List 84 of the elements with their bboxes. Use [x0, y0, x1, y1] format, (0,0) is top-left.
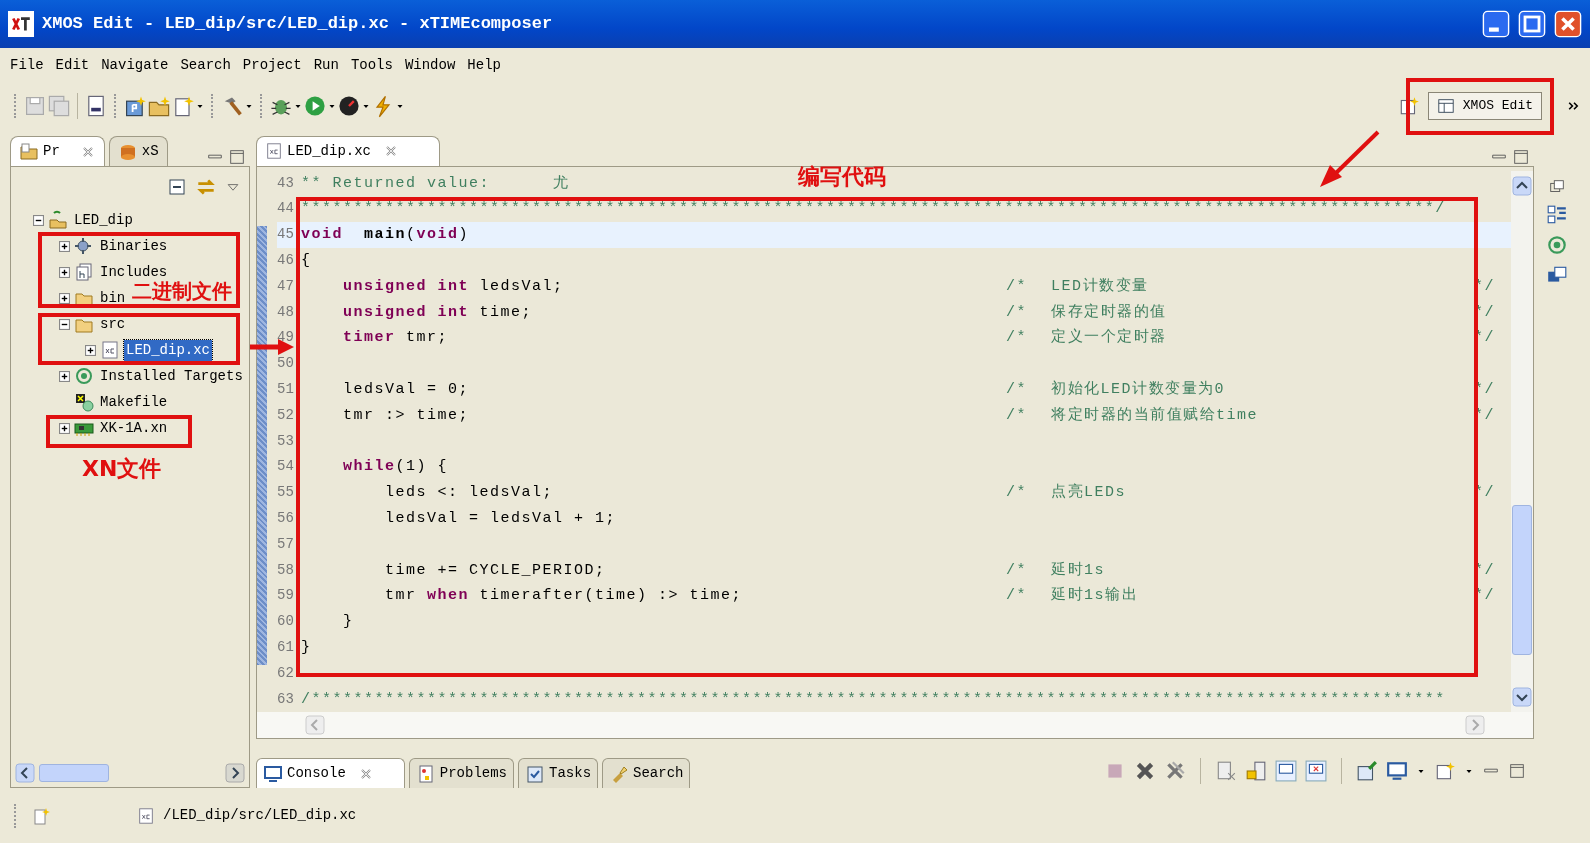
editor-tab[interactable]: LED_dip.xc — [256, 135, 440, 166]
line-number: 57 — [277, 534, 295, 554]
code-line: ledsVal = ledsVal + 1; — [384, 509, 617, 530]
code-line: unsigned int ledsVal; — [342, 276, 565, 297]
menu-item[interactable]: Tools — [344, 52, 399, 78]
code-line: void main(void) — [301, 225, 470, 246]
menu-item[interactable]: Project — [236, 52, 308, 78]
tree-item[interactable]: Makefile — [98, 391, 170, 413]
line-number: 63 — [277, 689, 295, 709]
tree-item[interactable]: Installed Targets — [98, 365, 245, 387]
code-line: time += CYCLE_PERIOD; — [384, 560, 607, 581]
comment-marker: /* — [1006, 328, 1027, 349]
line-number: 56 — [277, 509, 295, 529]
code-comment: 初始化LED计数变量为0 — [1051, 379, 1226, 401]
code-line: ** Returned value: 尤 — [301, 173, 570, 194]
line-number: 49 — [277, 328, 295, 348]
tree-item[interactable]: bin — [98, 287, 128, 309]
tree-item[interactable]: LED_dip — [72, 209, 135, 231]
view-tab[interactable]: xS — [108, 136, 168, 166]
code-comment: 定义一个定时器 — [1051, 327, 1167, 349]
line-number: 55 — [277, 483, 295, 503]
annotation-label: XN文件 — [82, 458, 162, 480]
code-line: unsigned int time; — [342, 302, 534, 323]
status-path: /LED_dip/src/LED_dip.xc — [163, 806, 357, 825]
annotation-label: 二进制文件 — [132, 281, 232, 301]
menu-item[interactable]: Navigate — [95, 52, 175, 78]
comment-marker: /* — [1006, 380, 1027, 401]
menu-item[interactable]: Run — [307, 52, 345, 78]
line-number: 61 — [277, 638, 295, 657]
code-line: leds <: ledsVal; — [384, 483, 555, 504]
line-number: 44 — [277, 199, 295, 219]
code-line: ledsVal = 0; — [342, 380, 471, 401]
code-comment: 延时1s — [1051, 560, 1106, 581]
line-number: 53 — [277, 431, 295, 451]
code-line: /************************************************************************************************************ — [301, 689, 1446, 710]
code-line: tmr when timerafter(time) :> time; — [384, 586, 744, 607]
code-line: { — [301, 251, 312, 272]
line-number: 47 — [277, 276, 295, 296]
code-comment: LED计数变量 — [1051, 276, 1149, 297]
line-number: 50 — [277, 354, 295, 374]
line-number: 46 — [277, 251, 295, 271]
menu-item[interactable]: Search — [174, 52, 237, 78]
line-number: 60 — [277, 612, 295, 632]
line-number: 62 — [277, 663, 295, 683]
code-line: } — [301, 638, 312, 658]
line-number: 45 — [277, 225, 295, 245]
menu-item[interactable]: Help — [461, 52, 507, 78]
comment-marker: /* — [1006, 276, 1027, 297]
line-number: 58 — [277, 560, 295, 580]
perspective-button[interactable]: XMOS Edit — [1427, 92, 1542, 120]
annotation-label: 编写代码 — [798, 166, 886, 188]
view-tab[interactable]: Tasks — [518, 758, 599, 788]
code-line: } — [342, 612, 354, 633]
menu-item[interactable]: Edit — [49, 52, 96, 78]
code-line: tmr :> time; — [342, 405, 471, 426]
line-number: 52 — [277, 405, 295, 425]
code-line: ************************************************************************************************************/ — [301, 199, 1446, 220]
menu-item[interactable]: Window — [398, 52, 462, 78]
menu-item[interactable]: File — [4, 52, 50, 78]
view-tab[interactable]: Console — [256, 758, 405, 788]
code-comment: 延时1s输出 — [1051, 585, 1139, 607]
view-tab[interactable]: Pr — [10, 136, 105, 166]
line-number: 43 — [277, 173, 295, 193]
line-number: 51 — [277, 380, 295, 400]
code-line: while(1) { — [342, 457, 449, 478]
tree-item[interactable]: Binaries — [98, 235, 170, 257]
view-tab[interactable]: Search — [602, 758, 691, 788]
code-comment: 点亮LEDs — [1051, 482, 1127, 504]
comment-marker: /* — [1006, 586, 1027, 607]
comment-marker: /* — [1006, 560, 1027, 581]
line-number: 48 — [277, 302, 295, 322]
code-comment: 保存定时器的值 — [1051, 302, 1167, 323]
line-number: 54 — [277, 457, 295, 477]
line-number: 59 — [277, 586, 295, 606]
tree-item[interactable]: XK-1A.xn — [98, 417, 170, 439]
comment-marker: /* — [1006, 483, 1027, 504]
tree-item[interactable]: LED_dip.xc — [124, 339, 212, 361]
window-title: XMOS Edit - LED_dip/src/LED_dip.xc - xTIMEcomposer — [42, 13, 554, 36]
comment-marker: /* — [1006, 302, 1027, 323]
comment-marker: /* — [1006, 405, 1027, 426]
tree-item[interactable]: src — [98, 313, 128, 335]
code-line: timer tmr; — [342, 328, 450, 349]
view-tab[interactable]: Problems — [408, 758, 515, 788]
code-comment: 将定时器的当前值赋给time — [1051, 405, 1259, 426]
